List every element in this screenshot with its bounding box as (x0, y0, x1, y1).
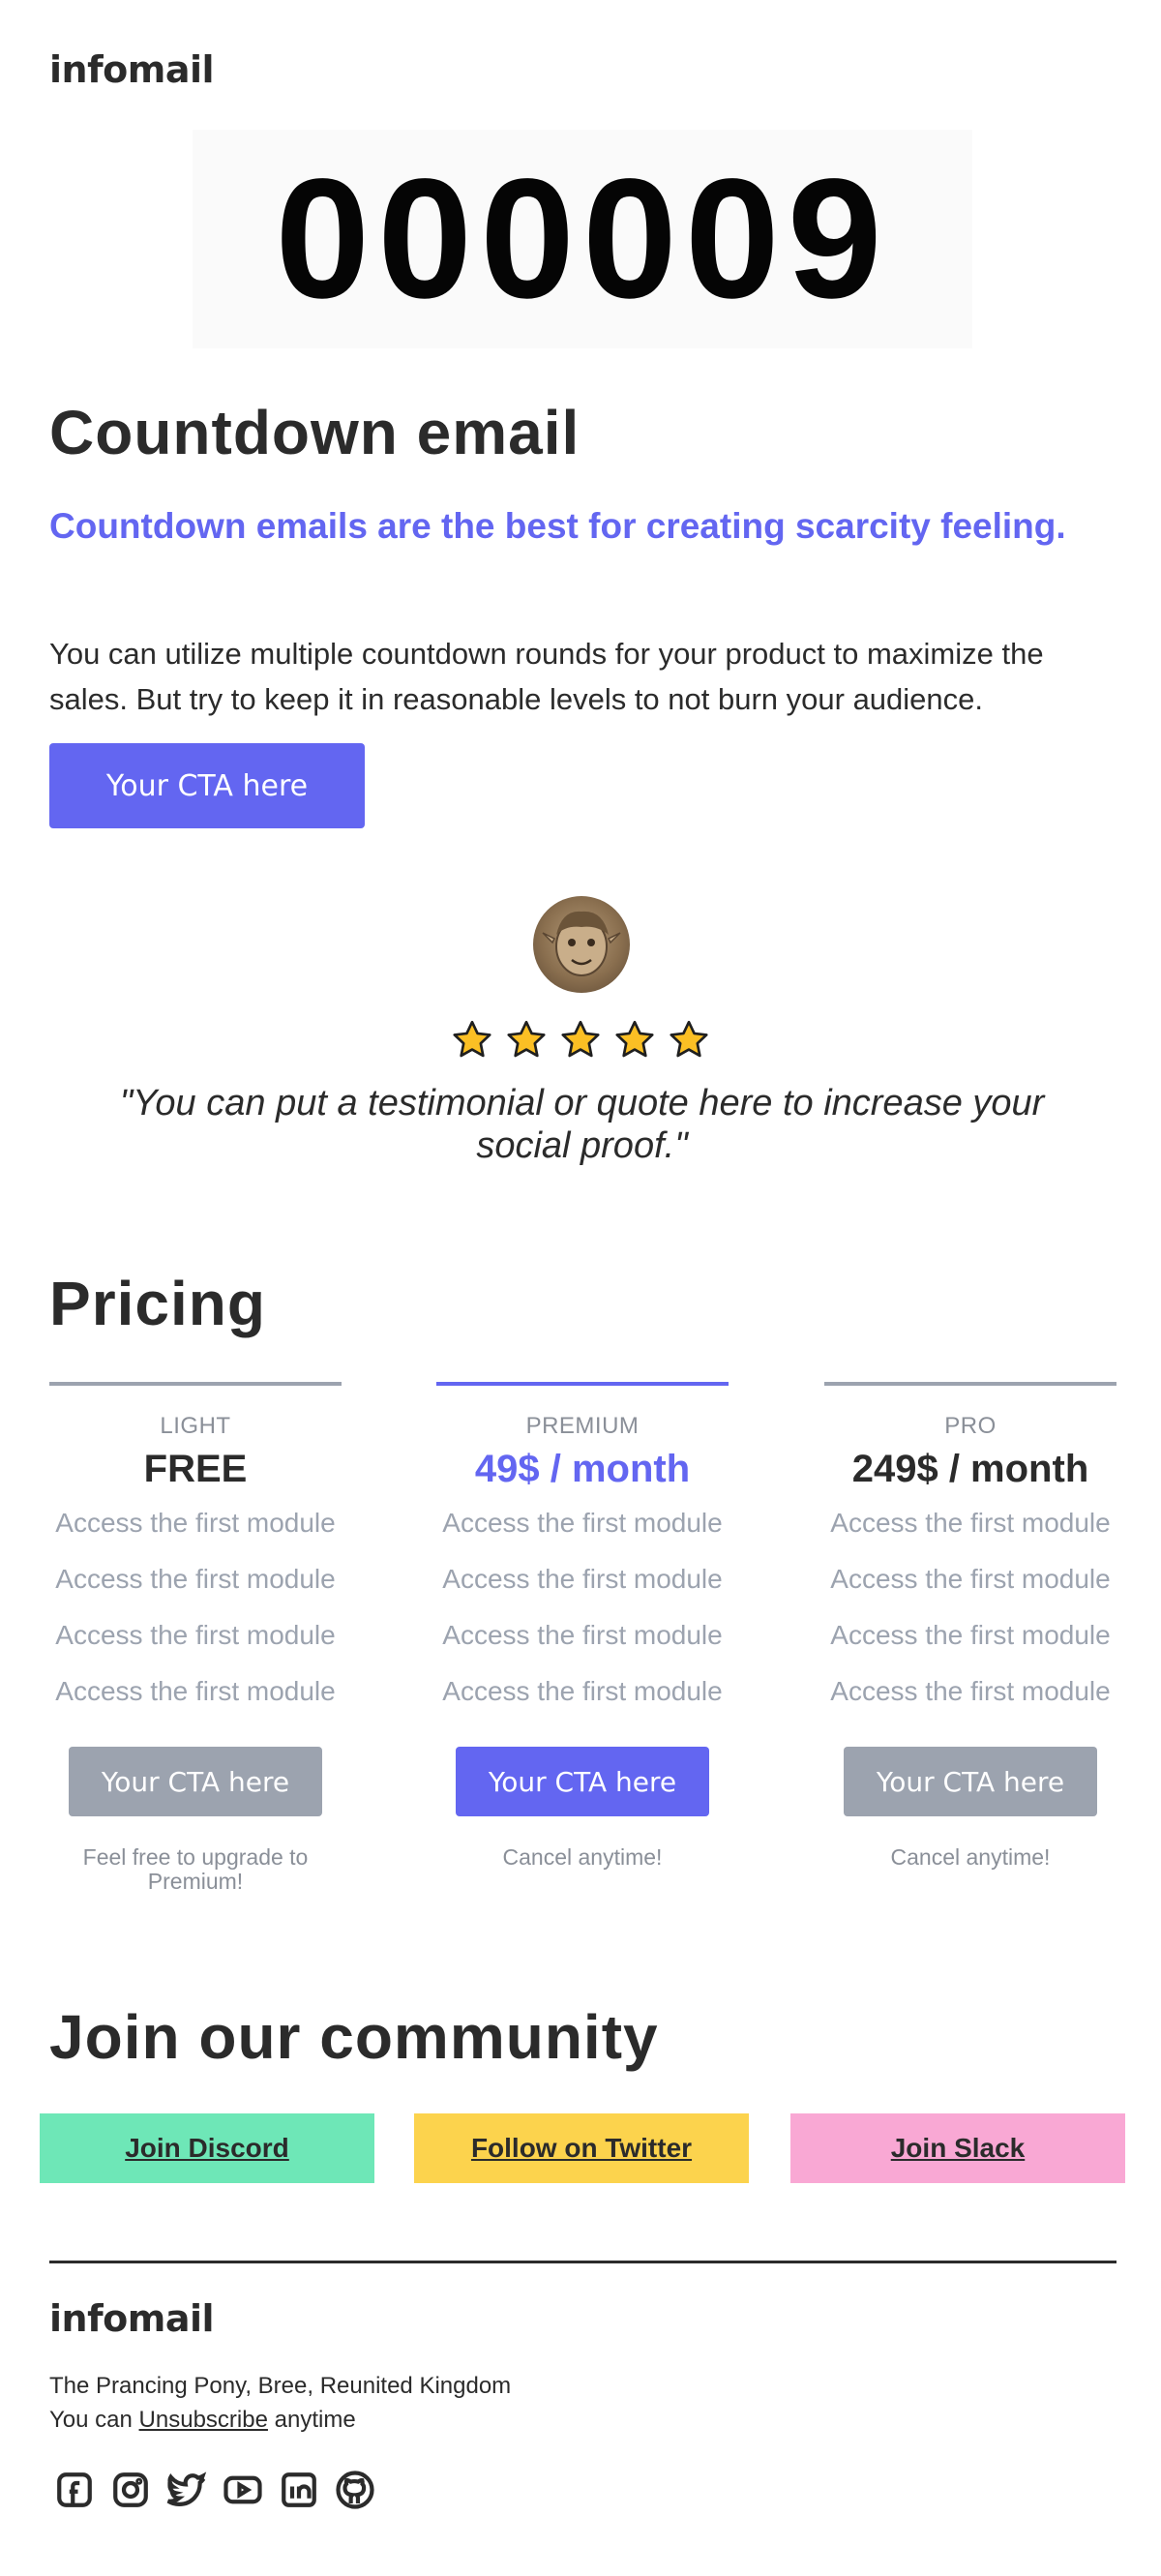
unsubscribe-suffix: anytime (274, 2407, 356, 2433)
plan-premium-cta-button[interactable]: Your CTA here (456, 1747, 709, 1816)
plan-name: PREMIUM (525, 1413, 640, 1439)
twitter-icon[interactable] (166, 2470, 207, 2510)
unsubscribe-prefix: You can (49, 2407, 133, 2433)
testimonial-avatar (533, 896, 630, 993)
join-discord-link[interactable]: Join Discord (40, 2113, 374, 2183)
linkedin-icon[interactable] (279, 2470, 319, 2510)
plan-feature: Access the first module (442, 1508, 723, 1538)
plan-price: 49$ / month (474, 1448, 691, 1490)
countdown-timer: 000009 (193, 130, 972, 348)
rating-stars (0, 1018, 1161, 1063)
hero-body: You can utilize multiple countdown round… (49, 637, 1044, 716)
plan-note: Cancel anytime! (890, 1844, 1051, 1870)
plan-price: FREE (143, 1448, 248, 1490)
instagram-icon[interactable] (110, 2470, 151, 2510)
star-icon (670, 1020, 708, 1058)
plan-pro-cta-button[interactable]: Your CTA here (844, 1747, 1097, 1816)
footer-unsubscribe-line: You can Unsubscribe anytime (49, 2403, 511, 2437)
header-logo: infomail (49, 48, 215, 91)
join-slack-link[interactable]: Join Slack (790, 2113, 1125, 2183)
pricing-title: Pricing (49, 1269, 266, 1338)
plan-note: Feel free to upgrade to Premium! (82, 1844, 309, 1894)
plan-price: 249$ / month (851, 1448, 1089, 1490)
hero-cta-button[interactable]: Your CTA here (49, 743, 365, 828)
hero-title: Countdown email (49, 398, 580, 467)
plan-feature: Access the first module (442, 1676, 723, 1706)
plan-note: Cancel anytime! (502, 1844, 663, 1870)
community-title: Join our community (49, 2002, 659, 2072)
plan-feature: Access the first module (55, 1620, 336, 1650)
facebook-icon[interactable] (54, 2470, 95, 2510)
plan-pro: PRO 249$ / month Access the first module… (824, 1382, 1116, 1870)
plan-feature: Access the first module (442, 1564, 723, 1594)
star-icon (615, 1020, 654, 1058)
plan-divider (824, 1382, 1116, 1386)
star-icon (453, 1020, 491, 1058)
plan-feature: Access the first module (830, 1620, 1111, 1650)
plan-feature: Access the first module (55, 1676, 336, 1706)
plan-feature: Access the first module (830, 1676, 1111, 1706)
plan-divider (436, 1382, 729, 1386)
plan-name: LIGHT (160, 1413, 231, 1439)
plan-premium: PREMIUM 49$ / month Access the first mod… (436, 1382, 729, 1870)
star-icon (561, 1020, 600, 1058)
testimonial-quote: "You can put a testimonial or quote here… (119, 1083, 1045, 1166)
plan-divider (49, 1382, 342, 1386)
social-links (54, 2470, 375, 2510)
plan-feature: Access the first module (830, 1564, 1111, 1594)
plan-light: LIGHT FREE Access the first module Acces… (49, 1382, 342, 1894)
youtube-icon[interactable] (223, 2470, 263, 2510)
star-icon (507, 1020, 546, 1058)
countdown-value: 000009 (275, 144, 890, 334)
plan-feature: Access the first module (55, 1564, 336, 1594)
footer-logo: infomail (49, 2297, 215, 2340)
plan-feature: Access the first module (830, 1508, 1111, 1538)
follow-twitter-link[interactable]: Follow on Twitter (414, 2113, 749, 2183)
unsubscribe-link[interactable]: Unsubscribe (139, 2407, 268, 2433)
plan-light-cta-button[interactable]: Your CTA here (69, 1747, 322, 1816)
plan-name: PRO (944, 1413, 997, 1439)
plan-feature: Access the first module (442, 1620, 723, 1650)
footer-address-block: The Prancing Pony, Bree, Reunited Kingdo… (49, 2369, 511, 2437)
plan-feature: Access the first module (55, 1508, 336, 1538)
hero-subtitle: Countdown emails are the best for creati… (49, 506, 1066, 546)
github-icon[interactable] (335, 2470, 375, 2510)
footer-address: The Prancing Pony, Bree, Reunited Kingdo… (49, 2373, 512, 2399)
footer-divider (49, 2261, 1116, 2263)
